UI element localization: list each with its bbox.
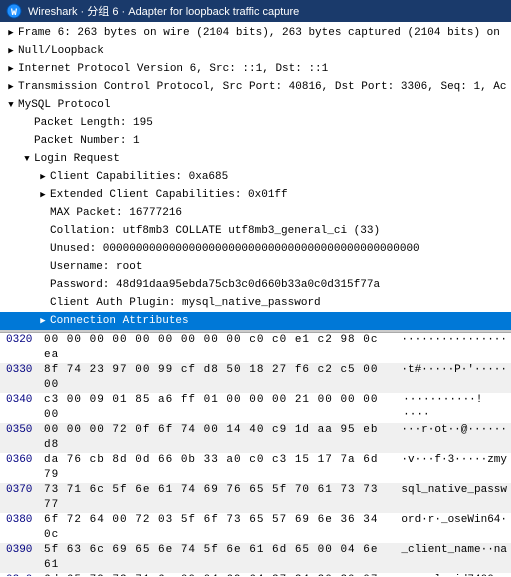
hex-bytes: c3 00 09 01 85 a6 ff 01 00 00 00 21 00 0… [40, 393, 399, 423]
tree-item-ipv6[interactable]: ▶Internet Protocol Version 6, Src: ::1, … [0, 60, 511, 78]
hex-ascii: ·v···f·3·····zmy [397, 453, 511, 483]
tree-label-client-capabilities: Client Capabilities: 0xa685 [50, 169, 228, 185]
tree-panel[interactable]: ▶Frame 6: 263 bytes on wire (2104 bits),… [0, 22, 511, 332]
tree-label-extended-capabilities: Extended Client Capabilities: 0x01ff [50, 187, 288, 203]
tree-item-client-capabilities[interactable]: ▶Client Capabilities: 0xa685 [0, 168, 511, 186]
tree-label-auth-plugin: Client Auth Plugin: mysql_native_passwor… [50, 295, 321, 311]
hex-offset: 0330 [0, 363, 40, 393]
hex-row[interactable]: 037073 71 6c 5f 6e 61 74 69 76 65 5f 70 … [0, 483, 511, 513]
hex-bytes: 00 00 00 72 0f 6f 74 00 14 40 c9 1d aa 9… [40, 423, 397, 453]
hex-ascii: ················ [397, 333, 511, 363]
hex-row[interactable]: 0360da 76 cb 8d 0d 66 0b 33 a0 c0 c3 15 … [0, 453, 511, 483]
tree-expander-conn-attrs[interactable]: ▶ [36, 313, 50, 329]
tree-item-auth-plugin[interactable]: Client Auth Plugin: mysql_native_passwor… [0, 294, 511, 312]
hex-offset: 0380 [0, 513, 40, 543]
tree-expander-tcp[interactable]: ▶ [4, 79, 18, 95]
tree-label-mysql: MySQL Protocol [18, 97, 110, 113]
hex-offset: 0360 [0, 453, 40, 483]
hex-bytes: da 76 cb 8d 0d 66 0b 33 a0 c0 c3 15 17 7… [40, 453, 397, 483]
hex-row[interactable]: 03a06d 65 79 73 71 6c 00 04 69 64 37 34 … [0, 573, 511, 576]
tree-label-frame: Frame 6: 263 bytes on wire (2104 bits), … [18, 25, 500, 41]
tree-expander-client-capabilities[interactable]: ▶ [36, 169, 50, 185]
tree-item-unused[interactable]: Unused: 00000000000000000000000000000000… [0, 240, 511, 258]
hex-row[interactable]: 03308f 74 23 97 00 99 cf d8 50 18 27 f6 … [0, 363, 511, 393]
hex-ascii: _client_name··na [397, 543, 511, 573]
tree-expander-login-request[interactable]: ▼ [20, 151, 34, 167]
hex-ascii: ···r·ot··@······ [397, 423, 511, 453]
title-bar: W Wireshark · 分组 6 · Adapter for loopbac… [0, 0, 511, 22]
tree-item-packet-length[interactable]: Packet Length: 195 [0, 114, 511, 132]
hex-bytes: 8f 74 23 97 00 99 cf d8 50 18 27 f6 c2 c… [40, 363, 397, 393]
tree-label-ipv6: Internet Protocol Version 6, Src: ::1, D… [18, 61, 328, 77]
tree-item-frame[interactable]: ▶Frame 6: 263 bytes on wire (2104 bits),… [0, 24, 511, 42]
hex-bytes: 5f 63 6c 69 65 6e 74 5f 6e 61 6d 65 00 0… [40, 543, 397, 573]
hex-bytes: 73 71 6c 5f 6e 61 74 69 76 65 5f 70 61 7… [40, 483, 397, 513]
tree-label-tcp: Transmission Control Protocol, Src Port:… [18, 79, 506, 95]
hex-offset: 03a0 [0, 573, 40, 576]
hex-row[interactable]: 03806f 72 64 00 72 03 5f 6f 73 65 57 69 … [0, 513, 511, 543]
tree-label-username: Username: root [50, 259, 142, 275]
tree-item-conn-attrs[interactable]: ▶Connection Attributes [0, 312, 511, 330]
hex-ascii: ···········!···· [399, 393, 511, 423]
hex-offset: 0350 [0, 423, 40, 453]
tree-item-login-request[interactable]: ▼Login Request [0, 150, 511, 168]
hex-bytes: 6d 65 79 73 71 6c 00 04 69 64 37 34 30 3… [40, 573, 397, 576]
tree-label-conn-attrs: Connection Attributes [50, 313, 189, 329]
tree-item-packet-number[interactable]: Packet Number: 1 [0, 132, 511, 150]
hex-row[interactable]: 0340c3 00 09 01 85 a6 ff 01 00 00 00 21 … [0, 393, 511, 423]
hex-ascii: meysql··id7400·_ [397, 573, 511, 576]
tree-label-null-loopback: Null/Loopback [18, 43, 104, 59]
tree-item-max-packet[interactable]: MAX Packet: 16777216 [0, 204, 511, 222]
tree-label-packet-length: Packet Length: 195 [34, 115, 153, 131]
hex-offset: 0320 [0, 333, 40, 363]
tree-expander-extended-capabilities[interactable]: ▶ [36, 187, 50, 203]
tree-item-password[interactable]: Password: 48d91daa95ebda75cb3c0d660b33a0… [0, 276, 511, 294]
tree-label-packet-number: Packet Number: 1 [34, 133, 140, 149]
tree-item-collation[interactable]: Collation: utf8mb3 COLLATE utf8mb3_gener… [0, 222, 511, 240]
svg-text:W: W [11, 8, 17, 19]
tree-item-username[interactable]: Username: root [0, 258, 511, 276]
hex-row[interactable]: 03905f 63 6c 69 65 6e 74 5f 6e 61 6d 65 … [0, 543, 511, 573]
tree-label-max-packet: MAX Packet: 16777216 [50, 205, 182, 221]
tree-expander-frame[interactable]: ▶ [4, 25, 18, 41]
tree-expander-null-loopback[interactable]: ▶ [4, 43, 18, 59]
tree-label-unused: Unused: 00000000000000000000000000000000… [50, 241, 420, 257]
hex-ascii: ·t#·····P·'····· [397, 363, 511, 393]
hex-ascii: sql_native_passw [397, 483, 511, 513]
hex-row[interactable]: 032000 00 00 00 00 00 00 00 00 c0 c0 e1 … [0, 333, 511, 363]
tree-expander-mysql[interactable]: ▼ [4, 97, 18, 113]
hex-offset: 0390 [0, 543, 40, 573]
title-bar-text: Wireshark · 分组 6 · Adapter for loopback … [28, 3, 299, 19]
hex-offset: 0370 [0, 483, 40, 513]
hex-bytes: 00 00 00 00 00 00 00 00 00 c0 c0 e1 c2 9… [40, 333, 397, 363]
tree-label-password: Password: 48d91daa95ebda75cb3c0d660b33a0… [50, 277, 380, 293]
hex-panel[interactable]: 032000 00 00 00 00 00 00 00 00 c0 c0 e1 … [0, 332, 511, 576]
tree-item-null-loopback[interactable]: ▶Null/Loopback [0, 42, 511, 60]
tree-item-extended-capabilities[interactable]: ▶Extended Client Capabilities: 0x01ff [0, 186, 511, 204]
tree-expander-ipv6[interactable]: ▶ [4, 61, 18, 77]
wireshark-icon: W [6, 3, 22, 19]
hex-row[interactable]: 035000 00 00 72 0f 6f 74 00 14 40 c9 1d … [0, 423, 511, 453]
hex-offset: 0340 [0, 393, 40, 423]
tree-item-mysql[interactable]: ▼MySQL Protocol [0, 96, 511, 114]
hex-ascii: ord·r·_oseWin64· [397, 513, 511, 543]
tree-item-tcp[interactable]: ▶Transmission Control Protocol, Src Port… [0, 78, 511, 96]
hex-bytes: 6f 72 64 00 72 03 5f 6f 73 65 57 69 6e 3… [40, 513, 397, 543]
tree-label-login-request: Login Request [34, 151, 120, 167]
tree-label-collation: Collation: utf8mb3 COLLATE utf8mb3_gener… [50, 223, 380, 239]
